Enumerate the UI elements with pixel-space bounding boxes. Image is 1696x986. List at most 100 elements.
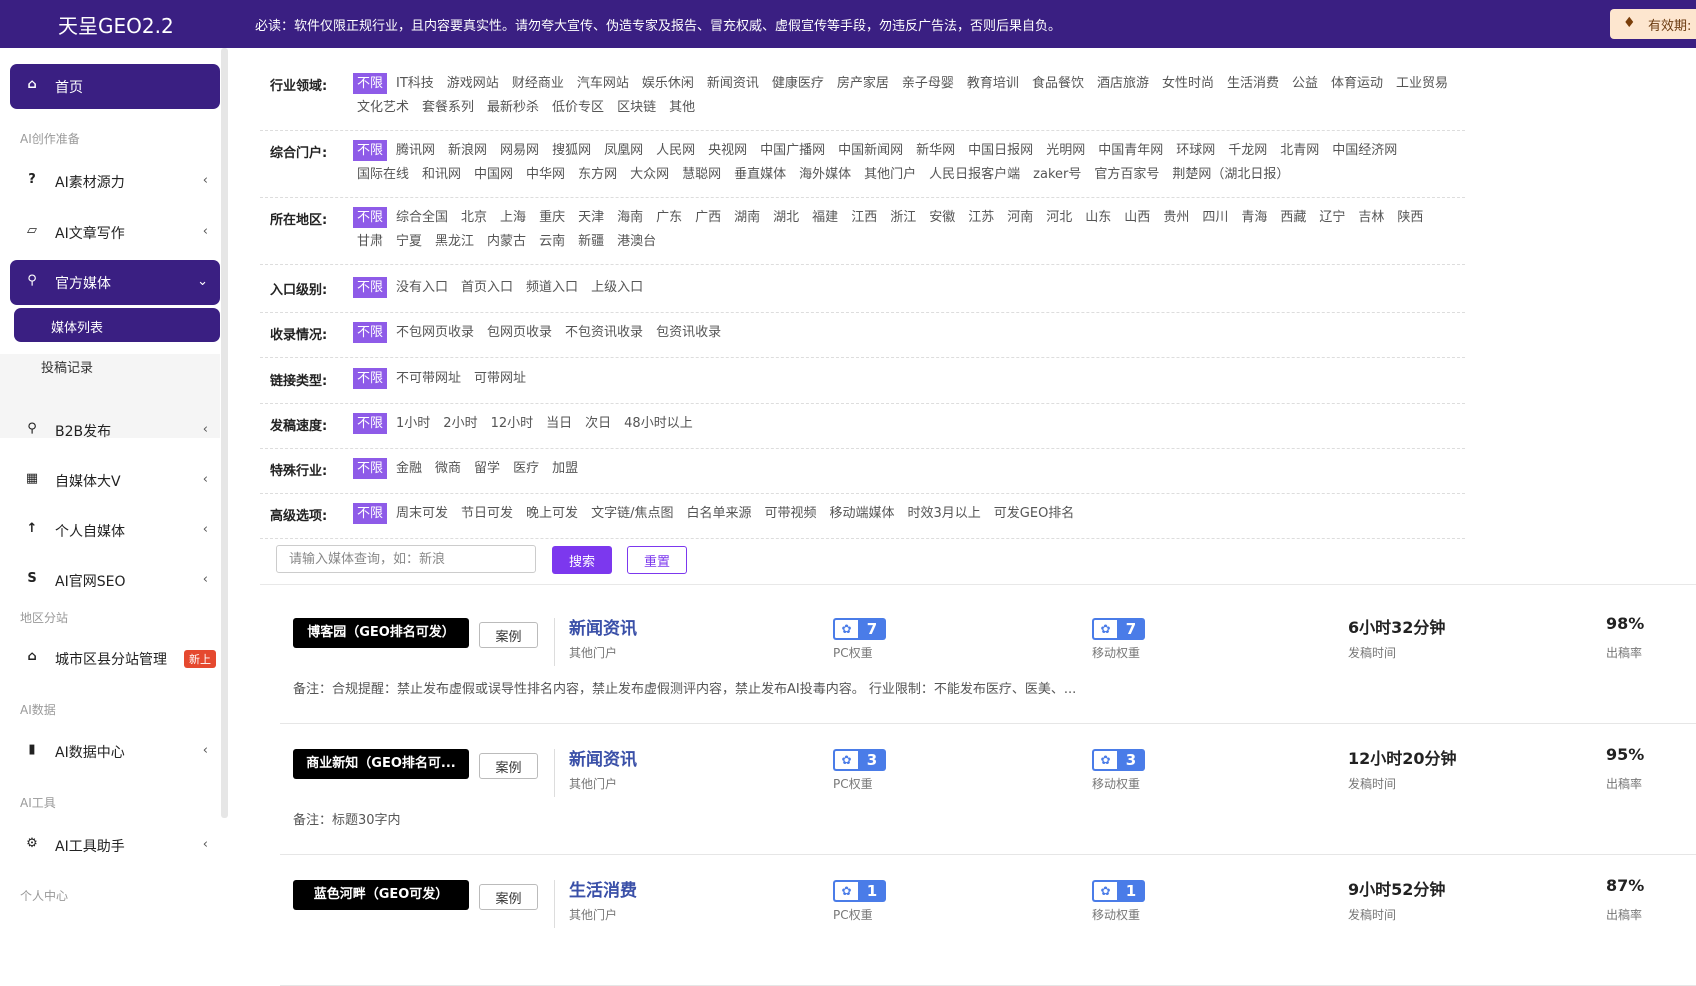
filter-option[interactable]: 垂直媒体 [730, 164, 790, 185]
filter-option[interactable]: 金融 [392, 458, 426, 479]
filter-option-selected[interactable]: 不限 [353, 73, 388, 94]
filter-option[interactable]: 教育培训 [963, 73, 1023, 94]
filter-option[interactable]: 青海 [1237, 207, 1271, 228]
filter-option[interactable]: 甘肃 [353, 231, 387, 252]
filter-option[interactable]: 综合全国 [392, 207, 452, 228]
nav-ai-seo[interactable]: S AI官网SEO ‹ [10, 558, 220, 603]
filter-option[interactable]: 新浪网 [444, 140, 491, 161]
filter-option-selected[interactable]: 不限 [353, 277, 388, 298]
filter-option[interactable]: 重庆 [535, 207, 569, 228]
filter-option[interactable]: 白名单来源 [682, 503, 755, 524]
filter-option[interactable]: 海外媒体 [795, 164, 855, 185]
filter-option[interactable]: 汽车网站 [573, 73, 633, 94]
filter-option[interactable]: 文化艺术 [353, 97, 413, 118]
case-button[interactable]: 案例 [479, 884, 538, 910]
nav-official-media[interactable]: ⚲ 官方媒体 ⌄ [10, 260, 220, 305]
filter-option[interactable]: 节日可发 [457, 503, 517, 524]
filter-option[interactable]: 中国网 [470, 164, 517, 185]
filter-option-selected[interactable]: 不限 [353, 207, 388, 228]
filter-option-selected[interactable]: 不限 [353, 322, 388, 343]
filter-option[interactable]: 山东 [1081, 207, 1115, 228]
filter-option-selected[interactable]: 不限 [353, 368, 388, 389]
filter-option[interactable]: zaker号 [1029, 164, 1085, 185]
nav-tool-helper[interactable]: ⚙ AI工具助手 ‹ [10, 823, 220, 868]
filter-option[interactable]: 港澳台 [613, 231, 660, 252]
filter-option[interactable]: 黑龙江 [431, 231, 478, 252]
nav-self-media-v[interactable]: ▦ 自媒体大V ‹ [10, 458, 220, 503]
expiry-badge[interactable]: ♦ 有效期: [1610, 9, 1696, 39]
filter-option[interactable]: 周末可发 [392, 503, 452, 524]
filter-option-selected[interactable]: 不限 [353, 503, 388, 524]
filter-option[interactable]: 宁夏 [392, 231, 426, 252]
filter-option[interactable]: 生活消费 [1223, 73, 1283, 94]
filter-option[interactable]: 山西 [1120, 207, 1154, 228]
filter-option[interactable]: 浙江 [886, 207, 920, 228]
filter-option[interactable]: 江西 [847, 207, 881, 228]
filter-option[interactable]: 光明网 [1042, 140, 1089, 161]
filter-option[interactable]: IT科技 [392, 73, 438, 94]
filter-option[interactable]: 包网页收录 [483, 322, 556, 343]
filter-option[interactable]: 河北 [1042, 207, 1076, 228]
filter-option[interactable]: 微商 [431, 458, 465, 479]
filter-option[interactable]: 河南 [1003, 207, 1037, 228]
filter-option[interactable]: 娱乐休闲 [638, 73, 698, 94]
filter-option[interactable]: 频道入口 [522, 277, 582, 298]
nav-home[interactable]: ⌂ 首页 [10, 64, 220, 109]
filter-option[interactable]: 广东 [652, 207, 686, 228]
filter-option[interactable]: 内蒙古 [483, 231, 530, 252]
nav-ai-article[interactable]: ▱ AI文章写作 ‹ [10, 210, 220, 255]
filter-option[interactable]: 中华网 [522, 164, 569, 185]
filter-option[interactable]: 留学 [470, 458, 504, 479]
filter-option[interactable]: 北青网 [1276, 140, 1323, 161]
filter-option[interactable]: 人民日报客户端 [925, 164, 1024, 185]
filter-option[interactable]: 吉林 [1354, 207, 1388, 228]
filter-option[interactable]: 工业贸易 [1392, 73, 1452, 94]
filter-option[interactable]: 游戏网站 [443, 73, 503, 94]
filter-option[interactable]: 其他门户 [860, 164, 920, 185]
filter-option[interactable]: 亲子母婴 [898, 73, 958, 94]
filter-option-selected[interactable]: 不限 [353, 413, 388, 434]
filter-option[interactable]: 湖北 [769, 207, 803, 228]
filter-option[interactable]: 中国青年网 [1094, 140, 1167, 161]
filter-option[interactable]: 房产家居 [833, 73, 893, 94]
nav-ai-material[interactable]: ? AI素材源力 ‹ [10, 159, 220, 204]
filter-option[interactable]: 云南 [535, 231, 569, 252]
filter-option[interactable]: 最新秒杀 [483, 97, 543, 118]
filter-option[interactable]: 慧聪网 [678, 164, 725, 185]
filter-option[interactable]: 人民网 [652, 140, 699, 161]
filter-option[interactable]: 腾讯网 [392, 140, 439, 161]
filter-option[interactable]: 12小时 [487, 413, 538, 434]
filter-option[interactable]: 中国日报网 [964, 140, 1037, 161]
app-logo[interactable]: 天呈GEO2.2 [58, 10, 174, 39]
filter-option[interactable]: 四川 [1198, 207, 1232, 228]
filter-option[interactable]: 医疗 [509, 458, 543, 479]
filter-option[interactable]: 辽宁 [1315, 207, 1349, 228]
filter-option[interactable]: 和讯网 [418, 164, 465, 185]
filter-option[interactable]: 低价专区 [548, 97, 608, 118]
search-button[interactable]: 搜索 [552, 546, 612, 574]
media-name[interactable]: 商业新知（GEO排名可... [293, 749, 469, 779]
filter-option[interactable]: 荆楚网（湖北日报） [1168, 164, 1293, 185]
nav-personal-media[interactable]: ↑ 个人自媒体 ‹ [10, 508, 220, 553]
filter-option-selected[interactable]: 不限 [353, 458, 388, 479]
filter-option[interactable]: 东方网 [574, 164, 621, 185]
nav-city-station[interactable]: ⌂ 城市区县分站管理 新上 [10, 636, 220, 681]
filter-option[interactable]: 贵州 [1159, 207, 1193, 228]
filter-option[interactable]: 网易网 [496, 140, 543, 161]
filter-option[interactable]: 福建 [808, 207, 842, 228]
nav-data-center[interactable]: ▮ AI数据中心 ‹ [10, 729, 220, 774]
filter-option[interactable]: 套餐系列 [418, 97, 478, 118]
filter-option[interactable]: 可发GEO排名 [990, 503, 1079, 524]
subnav-submit-record[interactable]: 投稿记录 [14, 348, 220, 382]
media-name[interactable]: 博客园（GEO排名可发） [293, 618, 469, 648]
filter-option[interactable]: 广西 [691, 207, 725, 228]
filter-option[interactable]: 新闻资讯 [703, 73, 763, 94]
filter-option[interactable]: 不包网页收录 [392, 322, 478, 343]
filter-option[interactable]: 移动端媒体 [825, 503, 898, 524]
filter-option[interactable]: 湖南 [730, 207, 764, 228]
case-button[interactable]: 案例 [479, 622, 538, 648]
filter-option[interactable]: 财经商业 [508, 73, 568, 94]
filter-option[interactable]: 中国广播网 [756, 140, 829, 161]
filter-option[interactable]: 不可带网址 [392, 368, 465, 389]
filter-option[interactable]: 女性时尚 [1158, 73, 1218, 94]
